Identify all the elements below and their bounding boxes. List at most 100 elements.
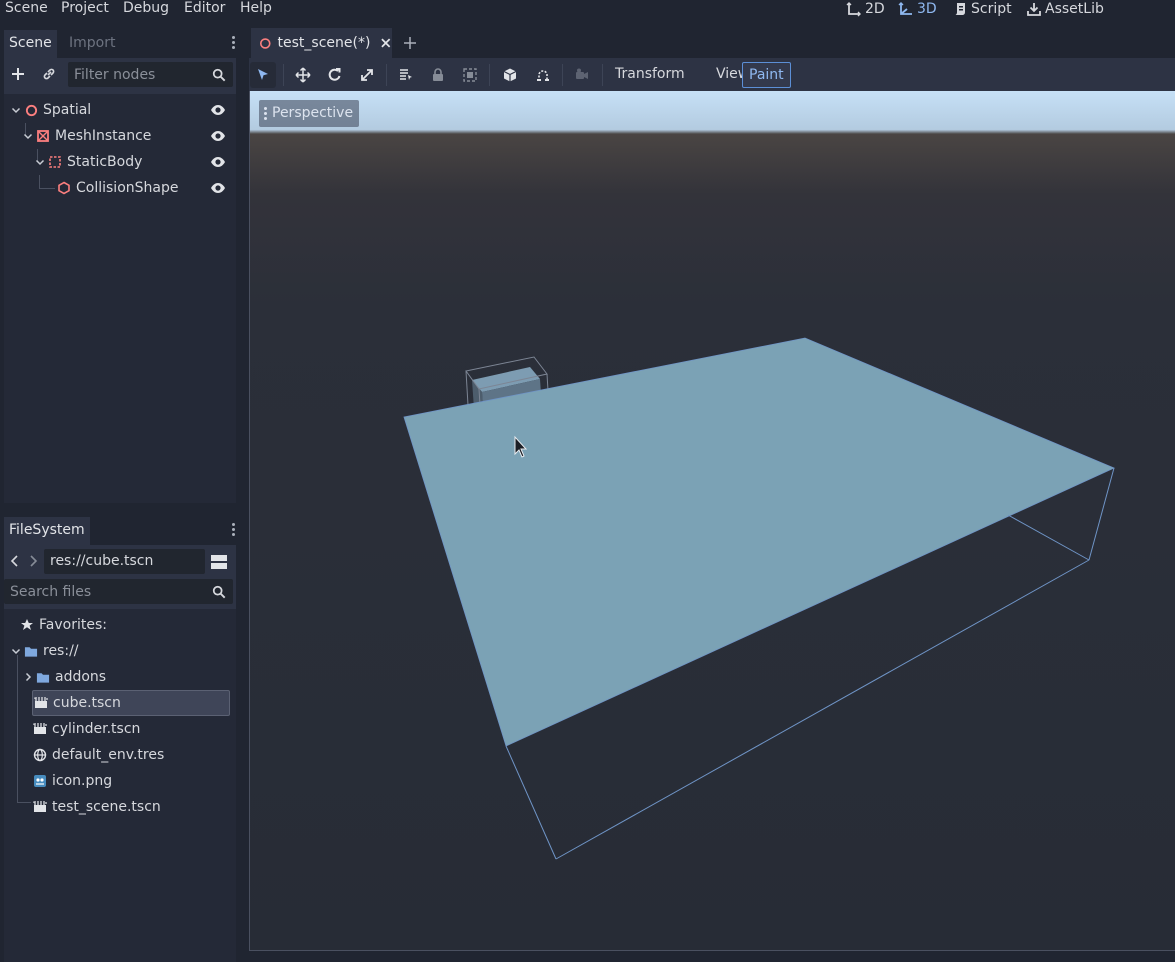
tree-item-label: CollisionShape bbox=[76, 180, 179, 196]
tree-item-label: StaticBody bbox=[67, 154, 143, 170]
filesystem-dock-body: res://cube.tscn Favorites: res:// addons bbox=[4, 545, 236, 962]
dock-options-icon[interactable] bbox=[230, 35, 236, 51]
scene-dock-body: Spatial MeshInstance StaticBody Collisio… bbox=[4, 58, 236, 503]
menu-bar: Scene Project Debug Editor Help 2D 3D Sc… bbox=[0, 0, 1175, 28]
chevron-down-icon[interactable] bbox=[10, 104, 22, 116]
mode-assetlib-label: AssetLib bbox=[1045, 1, 1104, 17]
camera-icon bbox=[576, 68, 588, 79]
scene-file-icon bbox=[33, 800, 47, 814]
mode-3d-button[interactable]: 3D bbox=[898, 0, 937, 18]
path-field[interactable]: res://cube.tscn bbox=[44, 549, 205, 574]
add-scene-tab-icon[interactable] bbox=[402, 35, 418, 51]
transform-menu[interactable]: Transform bbox=[609, 62, 691, 88]
file-tree: Favorites: res:// addons cube.tscn cylin… bbox=[4, 609, 236, 962]
scale-icon bbox=[361, 69, 373, 81]
res-root-item[interactable]: res:// bbox=[10, 638, 230, 664]
file-item-test-scene[interactable]: test_scene.tscn bbox=[32, 794, 230, 820]
3d-viewport[interactable]: Perspective bbox=[249, 91, 1175, 951]
tree-guide bbox=[17, 802, 31, 803]
tree-guide bbox=[17, 655, 18, 803]
file-item-label: cube.tscn bbox=[53, 695, 121, 711]
menu-project[interactable]: Project bbox=[61, 0, 109, 18]
file-item-cube[interactable]: cube.tscn bbox=[32, 690, 230, 716]
select-mode-button[interactable] bbox=[250, 62, 276, 88]
tree-item-label: MeshInstance bbox=[55, 128, 152, 144]
tree-item-collisionshape[interactable]: CollisionShape bbox=[57, 175, 227, 201]
scene-file-icon bbox=[34, 696, 48, 710]
menu-help[interactable]: Help bbox=[240, 0, 272, 18]
close-icon[interactable] bbox=[380, 37, 392, 49]
script-icon bbox=[955, 3, 965, 15]
local-space-button[interactable] bbox=[497, 62, 523, 88]
tab-import[interactable]: Import bbox=[64, 30, 120, 58]
scale-mode-button[interactable] bbox=[354, 62, 380, 88]
chevron-down-icon[interactable] bbox=[22, 130, 34, 142]
tab-filesystem[interactable]: FileSystem bbox=[4, 517, 90, 545]
toolbar-separator bbox=[602, 64, 603, 86]
chevron-down-icon[interactable] bbox=[34, 156, 46, 168]
link-icon bbox=[43, 68, 55, 80]
mode-2d-button[interactable]: 2D bbox=[846, 0, 885, 18]
paint-menu[interactable]: Paint bbox=[742, 62, 791, 88]
move-mode-button[interactable] bbox=[290, 62, 316, 88]
list-select-icon bbox=[400, 69, 412, 80]
tab-scene[interactable]: Scene bbox=[4, 30, 57, 58]
snap-icon bbox=[537, 70, 549, 81]
lock-button[interactable] bbox=[425, 62, 451, 88]
eye-icon[interactable] bbox=[210, 154, 226, 170]
mode-3d-label: 3D bbox=[917, 1, 937, 17]
instance-scene-button[interactable] bbox=[37, 62, 61, 86]
file-item-label: icon.png bbox=[52, 773, 113, 789]
favorites-item[interactable]: Favorites: bbox=[20, 612, 230, 638]
add-node-button[interactable] bbox=[6, 62, 30, 86]
environment-icon bbox=[33, 748, 47, 762]
spatial-icon bbox=[24, 103, 38, 117]
chevron-right-icon[interactable] bbox=[22, 671, 34, 683]
plus-icon bbox=[12, 68, 24, 80]
group-button[interactable] bbox=[457, 62, 483, 88]
file-item-default-env[interactable]: default_env.tres bbox=[32, 742, 230, 768]
eye-icon[interactable] bbox=[210, 180, 226, 196]
file-item-cylinder[interactable]: cylinder.tscn bbox=[32, 716, 230, 742]
back-arrow-icon[interactable] bbox=[9, 554, 21, 568]
menu-scene[interactable]: Scene bbox=[5, 0, 48, 18]
chevron-down-icon[interactable] bbox=[10, 645, 22, 657]
tree-item-meshinstance[interactable]: MeshInstance bbox=[22, 123, 222, 149]
search-files-input[interactable] bbox=[4, 579, 233, 604]
toolbar-separator bbox=[562, 64, 563, 86]
filter-nodes-input[interactable] bbox=[68, 62, 233, 87]
tree-item-spatial[interactable]: Spatial bbox=[10, 97, 230, 123]
mode-script-button[interactable]: Script bbox=[952, 0, 1012, 18]
folder-icon bbox=[24, 644, 38, 658]
dock-options-icon[interactable] bbox=[230, 522, 236, 538]
mode-assetlib-button[interactable]: AssetLib bbox=[1026, 0, 1104, 18]
file-item-icon-png[interactable]: icon.png bbox=[32, 768, 230, 794]
2d-icon bbox=[846, 2, 861, 17]
tree-guide bbox=[39, 175, 40, 189]
split-view-icon[interactable] bbox=[210, 553, 228, 571]
eye-icon[interactable] bbox=[210, 128, 226, 144]
collision-shape-icon bbox=[57, 181, 71, 195]
move-icon bbox=[295, 67, 311, 83]
tree-guide bbox=[39, 188, 55, 189]
forward-arrow-icon[interactable] bbox=[27, 554, 39, 568]
tree-item-staticbody[interactable]: StaticBody bbox=[34, 149, 224, 175]
3d-icon bbox=[898, 2, 912, 15]
group-icon bbox=[463, 68, 477, 82]
menu-editor[interactable]: Editor bbox=[184, 0, 225, 18]
viewport-scene bbox=[250, 91, 1175, 950]
camera-button[interactable] bbox=[569, 62, 595, 88]
filesystem-dock-tabbar: FileSystem bbox=[4, 515, 236, 545]
file-item-addons[interactable]: addons bbox=[22, 664, 230, 690]
file-item-label: test_scene.tscn bbox=[52, 799, 161, 815]
list-select-button[interactable] bbox=[393, 62, 419, 88]
scene-tab-bar: test_scene(*) bbox=[249, 28, 1175, 58]
select-arrow-icon bbox=[258, 69, 268, 80]
snap-button[interactable] bbox=[530, 62, 556, 88]
perspective-menu-button[interactable]: Perspective bbox=[259, 100, 360, 127]
eye-icon[interactable] bbox=[210, 102, 226, 118]
search-icon bbox=[212, 585, 226, 599]
rotate-mode-button[interactable] bbox=[322, 62, 348, 88]
scene-tab-test-scene[interactable]: test_scene(*) bbox=[251, 28, 392, 58]
menu-debug[interactable]: Debug bbox=[123, 0, 169, 18]
